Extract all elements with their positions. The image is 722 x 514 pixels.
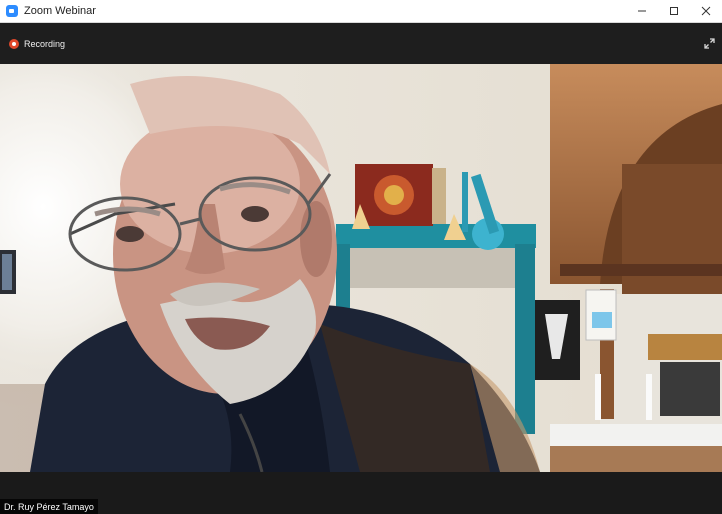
participant-name-tag: Dr. Ruy Pérez Tamayo bbox=[0, 499, 98, 514]
record-icon bbox=[9, 38, 19, 49]
close-icon bbox=[701, 6, 711, 16]
video-feed[interactable] bbox=[0, 64, 722, 472]
video-bottom-bar: Dr. Ruy Pérez Tamayo bbox=[0, 472, 722, 514]
window-controls bbox=[626, 0, 722, 23]
zoom-app-icon bbox=[6, 5, 18, 17]
window-titlebar: Zoom Webinar bbox=[0, 0, 722, 23]
recording-label: Recording bbox=[24, 38, 66, 49]
maximize-icon bbox=[670, 7, 678, 15]
minimize-button[interactable] bbox=[626, 0, 658, 23]
minimize-icon bbox=[638, 10, 646, 12]
video-frame-image bbox=[0, 64, 722, 472]
fullscreen-button[interactable] bbox=[702, 37, 716, 51]
window-title: Zoom Webinar bbox=[24, 5, 96, 17]
recording-indicator[interactable]: Recording bbox=[9, 38, 66, 49]
close-button[interactable] bbox=[690, 0, 722, 23]
maximize-button[interactable] bbox=[658, 0, 690, 23]
fullscreen-icon bbox=[703, 38, 715, 49]
meeting-toolbar: Recording bbox=[0, 23, 722, 64]
